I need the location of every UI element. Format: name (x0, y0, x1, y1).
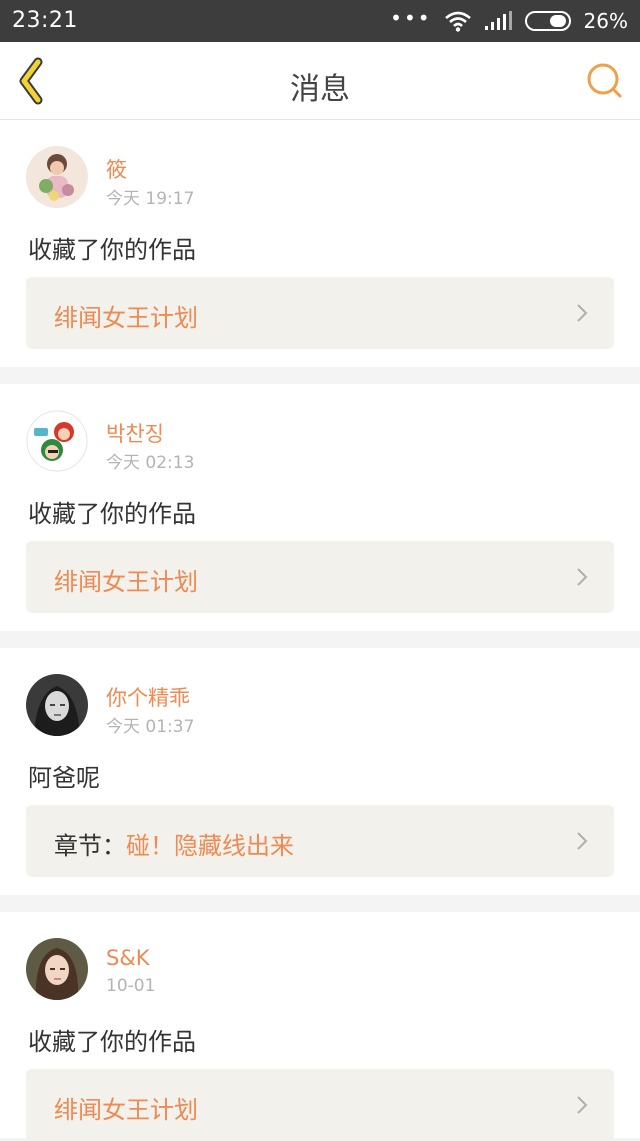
work-title: 绯闻女王计划 (54, 304, 198, 332)
wifi-icon (444, 11, 471, 32)
message-text: 收藏了你的作品 (28, 500, 196, 528)
page-title: 消息 (290, 72, 350, 107)
user-avatar[interactable] (26, 146, 88, 208)
username[interactable]: 박찬징 (106, 418, 164, 448)
username[interactable]: 筱 (106, 154, 127, 184)
notification-card: S&K 10-01 收藏了你的作品 绯闻女王计划 (0, 912, 640, 1141)
timestamp: 10-01 (106, 976, 156, 996)
username[interactable]: S&K (106, 946, 149, 970)
timestamp: 今天 19:17 (106, 189, 195, 209)
chapter-link[interactable]: 章节：碰！隐藏线出来 (26, 805, 614, 877)
chevron-right-icon (577, 304, 588, 322)
chapter-label: 章节： (54, 832, 126, 860)
avatar-cartoon-icon (26, 410, 88, 472)
notification-card: 박찬징 今天 02:13 收藏了你的作品 绯闻女王计划 (0, 384, 640, 631)
user-avatar[interactable] (26, 674, 88, 736)
avatar-portrait-icon (26, 938, 88, 1000)
work-link[interactable]: 绯闻女王计划 (26, 277, 614, 349)
username[interactable]: 你个精乖 (106, 682, 190, 712)
message-text: 阿爸呢 (28, 764, 100, 792)
avatar-bw-portrait-icon (26, 674, 88, 736)
message-text: 收藏了你的作品 (28, 236, 196, 264)
battery-level: 26% (583, 9, 628, 33)
nav-bar: 消息 (0, 42, 640, 120)
signal-icon (484, 11, 512, 30)
user-avatar[interactable] (26, 938, 88, 1000)
work-title: 绯闻女王计划 (54, 568, 198, 596)
avatar-flowers-icon (26, 146, 88, 208)
notification-card: 筱 今天 19:17 收藏了你的作品 绯闻女王计划 (0, 120, 640, 367)
chapter-title: 碰！隐藏线出来 (126, 832, 294, 860)
search-button[interactable] (586, 62, 624, 100)
work-link[interactable]: 绯闻女王计划 (26, 1069, 614, 1141)
message-text: 收藏了你的作品 (28, 1028, 196, 1056)
chapter-link-text: 章节：碰！隐藏线出来 (54, 826, 294, 861)
chevron-right-icon (577, 1096, 588, 1114)
timestamp: 今天 01:37 (106, 717, 195, 737)
timestamp: 今天 02:13 (106, 453, 195, 473)
notification-dots-icon: ••• (390, 6, 432, 30)
status-time: 23:21 (12, 8, 78, 33)
battery-icon (524, 11, 571, 31)
search-icon (587, 63, 622, 98)
chevron-right-icon (577, 568, 588, 586)
status-indicators: ••• 26% (390, 6, 628, 36)
status-bar: 23:21 ••• 26% (0, 0, 640, 42)
chevron-right-icon (577, 832, 588, 850)
work-title: 绯闻女王计划 (54, 1096, 198, 1124)
work-link[interactable]: 绯闻女王计划 (26, 541, 614, 613)
notification-card: 你个精乖 今天 01:37 阿爸呢 章节：碰！隐藏线出来 (0, 648, 640, 895)
user-avatar[interactable] (26, 410, 88, 472)
